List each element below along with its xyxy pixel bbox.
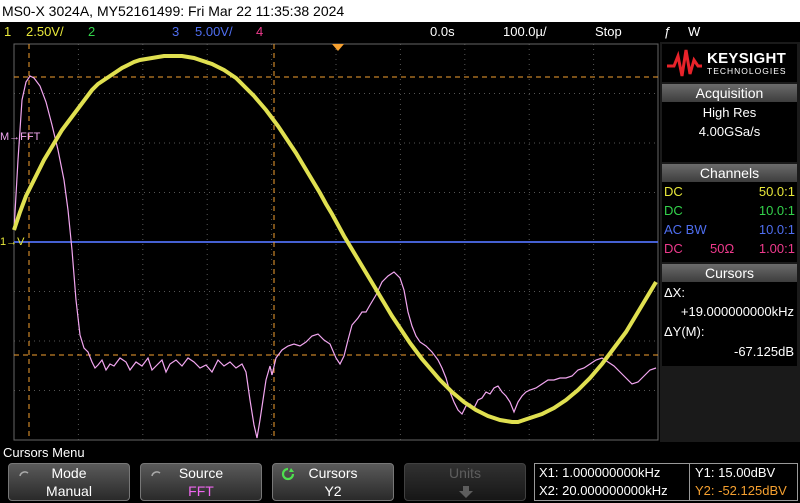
readout-divider (689, 464, 690, 500)
brand-name: KEYSIGHT (707, 50, 787, 67)
waveform-display[interactable] (0, 42, 660, 442)
mode-softkey[interactable]: Mode Manual (8, 463, 130, 501)
ch1-probe-ratio: 50.0:1 (758, 184, 795, 199)
source-label: Source (178, 465, 224, 481)
time-offset[interactable]: 0.0s (430, 22, 455, 42)
ch2-number[interactable]: 2 (88, 22, 95, 42)
y1-readout: Y1: 15.00dBV (695, 465, 776, 480)
ch1-scale[interactable]: 2.50V/ (26, 22, 64, 42)
time-scale[interactable]: 100.0µ/ (503, 22, 547, 42)
source-value: FFT (188, 483, 214, 499)
delta-y-label: ΔY(M): (664, 324, 705, 339)
ch1-number[interactable]: 1 (4, 22, 11, 42)
cursor-readout: X1: 1.000000000kHz X2: 20.000000000kHz Y… (534, 463, 798, 501)
ch4-coupling: DC (664, 241, 683, 256)
ch1-ground-marker[interactable]: 1→V (0, 236, 24, 248)
ch4-number[interactable]: 4 (256, 22, 263, 42)
ch3-coupling: AC BW (664, 222, 707, 237)
status-bar: 1 2.50V/ 2 3 5.00V/ 4 0.0s 100.0µ/ Stop … (0, 22, 800, 42)
keysight-wave-icon (667, 49, 702, 77)
cursors-panel: ΔX: +19.000000000kHz ΔY(M): -67.125dB (662, 282, 797, 366)
units-softkey[interactable]: Units (404, 463, 526, 501)
ch3-number[interactable]: 3 (172, 22, 179, 42)
trigger-source[interactable]: W (688, 22, 700, 42)
channels-panel: DC 50.0:1 DC 10.0:1 AC BW 10.0:1 DC 50Ω … (662, 182, 797, 262)
window-title: MS0-X 3024A, MY52161499: Fri Mar 22 11:3… (0, 0, 800, 22)
acquisition-heading[interactable]: Acquisition (662, 84, 797, 102)
mode-value: Manual (46, 483, 92, 499)
ch3-probe-ratio: 10.0:1 (758, 222, 795, 237)
ch2-coupling: DC (664, 203, 683, 218)
ch1-coupling: DC (664, 184, 683, 199)
delta-y-value: -67.125dB (734, 344, 794, 359)
cursors-value: Y2 (324, 483, 342, 499)
sample-rate: 4.00GSa/s (698, 124, 761, 139)
menu-title: Cursors Menu (3, 445, 85, 460)
x2-readout: X2: 20.000000000kHz (539, 483, 668, 498)
mode-label: Mode (51, 465, 87, 481)
brand-subtitle: TECHNOLOGIES (707, 66, 787, 76)
units-label: Units (449, 465, 481, 481)
ch3-scale[interactable]: 5.00V/ (195, 22, 233, 42)
ch4-impedance: 50Ω (710, 241, 735, 256)
cursors-softkey[interactable]: Cursors Y2 (272, 463, 394, 501)
acquisition-mode: High Res (702, 105, 757, 120)
ch4-probe-ratio: 1.00:1 (758, 241, 795, 256)
y2-readout: Y2: -52.125dBV (695, 483, 787, 498)
source-softkey[interactable]: Source FFT (140, 463, 262, 501)
cursors-heading[interactable]: Cursors (662, 264, 797, 282)
acquisition-panel: High Res 4.00GSa/s (662, 102, 797, 162)
channels-heading[interactable]: Channels (662, 164, 797, 182)
submenu-arrow-icon (459, 486, 473, 498)
cursors-label: Cursors (308, 465, 358, 481)
x1-readout: X1: 1.000000000kHz (539, 465, 661, 480)
ch2-probe-ratio: 10.0:1 (758, 203, 795, 218)
run-state[interactable]: Stop (595, 22, 622, 42)
fft-marker[interactable]: M→FFT (0, 131, 40, 143)
trigger-edge-icon: ƒ (664, 24, 672, 39)
delta-x-value: +19.000000000kHz (680, 304, 794, 319)
delta-x-label: ΔX: (664, 285, 685, 300)
